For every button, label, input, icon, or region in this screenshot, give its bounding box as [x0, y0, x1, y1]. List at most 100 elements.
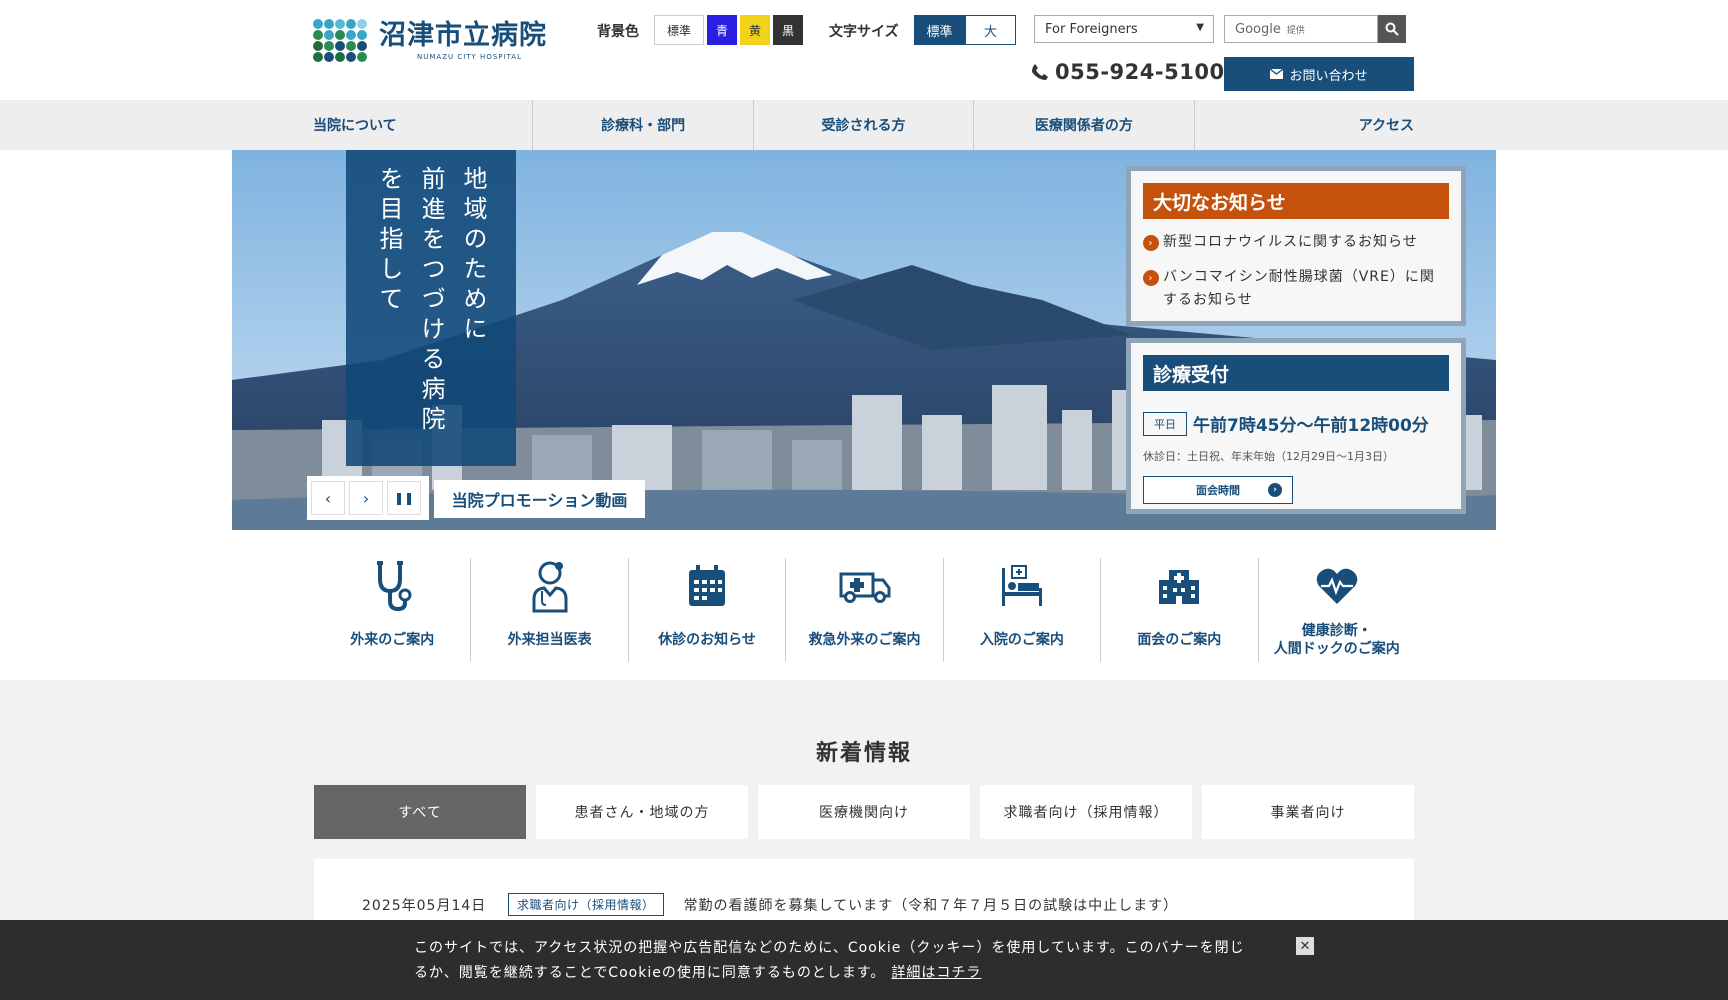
font-large-button[interactable]: 大	[965, 15, 1016, 45]
font-standard-button[interactable]: 標準	[914, 15, 965, 45]
tab-patients-community[interactable]: 患者さん・地域の方	[536, 785, 748, 839]
chevron-down-icon: ▼	[1196, 22, 1204, 33]
quick-link-label: 救急外来のご案内	[808, 632, 921, 648]
logo-subtitle: NUMAZU CITY HOSPITAL	[417, 52, 522, 61]
visiting-hours-label: 面会時間	[1196, 484, 1240, 497]
notice-item-label: バンコマイシン耐性腸球菌（VRE）に関するお知らせ	[1163, 269, 1435, 308]
contact-button[interactable]: お問い合わせ	[1224, 57, 1414, 91]
bg-yellow-button[interactable]: 黄	[740, 15, 770, 45]
global-nav: 当院について 診療科・部門 受診される方 医療関係者の方 アクセス	[0, 100, 1728, 150]
nav-item-patients[interactable]: 受診される方	[752, 100, 973, 150]
doctor-icon	[532, 561, 568, 613]
quick-link-emergency[interactable]: 救急外来のご案内	[785, 558, 942, 662]
promo-video-button[interactable]: 当院プロモーション動画	[434, 480, 645, 518]
bg-black-button[interactable]: 黒	[773, 15, 803, 45]
cookie-message: このサイトでは、アクセス状況の把握や広告配信などのために、Cookie（クッキー…	[414, 936, 1254, 986]
slider-next-button[interactable]: ›	[349, 481, 383, 515]
quick-link-visiting[interactable]: 面会のご案内	[1100, 558, 1257, 662]
slider-prev-button[interactable]: ‹	[311, 481, 345, 515]
search-brand: Google	[1235, 21, 1281, 37]
quick-link-outpatient[interactable]: 外来のご案内	[314, 558, 470, 662]
phone-contact: 055-924-5100	[1031, 60, 1225, 84]
mail-icon	[1270, 69, 1284, 79]
quick-link-label: 休診のお知らせ	[658, 632, 756, 648]
tab-job-seekers[interactable]: 求職者向け（採用情報）	[980, 785, 1192, 839]
hospital-building-icon	[1159, 570, 1200, 604]
language-select-value: For Foreigners	[1045, 21, 1138, 37]
nav-item-access[interactable]: アクセス	[1193, 100, 1414, 150]
news-item[interactable]: 2025年05月14日 求職者向け（採用情報） 常勤の看護師を募集しています（令…	[362, 893, 1178, 916]
tab-all[interactable]: すべて	[314, 785, 526, 839]
catch-line-3: を目指して	[375, 166, 403, 316]
site-header: 沼津市立病院 NUMAZU CITY HOSPITAL 背景色 標準 青 黄 黒…	[0, 0, 1728, 100]
news-text: 常勤の看護師を募集しています（令和７年７月５日の試験は中止します）	[683, 897, 1179, 914]
news-date: 2025年05月14日	[362, 897, 487, 914]
catch-line-2: 前進をつづける病院	[417, 166, 445, 436]
quick-link-label: 外来担当医表	[507, 632, 592, 648]
news-category-badge: 求職者向け（採用情報）	[508, 893, 664, 916]
hero-catchphrase: 地域のために 前進をつづける病院 を目指して	[346, 150, 516, 466]
closed-days-note: 休診日：土日祝、年末年始（12月29日～1月3日）	[1143, 450, 1394, 463]
font-size-switcher: 標準 大	[914, 15, 1016, 45]
hours-title: 診療受付	[1143, 355, 1449, 391]
search-brand-sub: 提供	[1286, 25, 1305, 36]
tab-medical-institutions[interactable]: 医療機関向け	[758, 785, 970, 839]
logo-mark-icon	[313, 19, 367, 62]
quick-link-inpatient[interactable]: 入院のご案内	[942, 558, 1100, 662]
quick-link-health-checkup[interactable]: 健康診断・ 人間ドックのご案内	[1257, 558, 1415, 662]
news-tabs: すべて 患者さん・地域の方 医療機関向け 求職者向け（採用情報） 事業者向け	[314, 785, 1414, 839]
contact-label: お問い合わせ	[1289, 68, 1368, 84]
chevron-left-icon: ‹	[324, 488, 332, 508]
nav-item-medical-professionals[interactable]: 医療関係者の方	[973, 100, 1193, 150]
news-title: 新着情報	[815, 741, 912, 766]
notice-item[interactable]: › バンコマイシン耐性腸球菌（VRE）に関するお知らせ	[1143, 266, 1449, 312]
cookie-close-button[interactable]: ✕	[1296, 937, 1314, 955]
cookie-text: このサイトでは、アクセス状況の把握や広告配信などのために、Cookie（クッキー…	[414, 940, 1245, 981]
notice-title: 大切なお知らせ	[1143, 183, 1449, 219]
chevron-right-icon: ›	[1268, 483, 1282, 497]
search-button[interactable]	[1378, 15, 1406, 43]
language-select[interactable]: For Foreigners ▼	[1034, 15, 1214, 43]
hospital-bed-icon	[1001, 565, 1042, 606]
nav-item-departments[interactable]: 診療科・部門	[532, 100, 752, 150]
stethoscope-icon	[377, 561, 412, 612]
phone-number[interactable]: 055-924-5100	[1055, 60, 1225, 84]
important-notice-panel: 大切なお知らせ › 新型コロナウイルスに関するお知らせ › バンコマイシン耐性腸…	[1126, 166, 1466, 326]
chevron-right-icon: ›	[362, 488, 370, 508]
pause-icon: ❚❚	[393, 491, 415, 505]
quick-link-label: 面会のご案内	[1137, 632, 1222, 648]
notice-item[interactable]: › 新型コロナウイルスに関するお知らせ	[1143, 231, 1449, 254]
quick-link-closure-notice[interactable]: 休診のお知らせ	[627, 558, 785, 662]
chevron-right-icon: ›	[1143, 235, 1159, 251]
notice-item-label: 新型コロナウイルスに関するお知らせ	[1163, 234, 1418, 250]
bg-standard-button[interactable]: 標準	[654, 15, 704, 45]
bg-color-label: 背景色	[597, 24, 639, 40]
quick-link-label: 入院のご案内	[979, 632, 1064, 648]
ambulance-icon	[839, 572, 891, 603]
quick-links: 外来のご案内 外来担当医表 休診のお知らせ 救急外来のご案内 入院のご案内 面会…	[314, 558, 1415, 662]
close-icon: ✕	[1299, 938, 1311, 954]
quick-link-doctor-schedule[interactable]: 外来担当医表	[470, 558, 627, 662]
nav-item-about[interactable]: 当院について	[313, 100, 532, 150]
bg-color-switcher: 標準 青 黄 黒	[654, 15, 806, 45]
quick-link-label: 健康診断・ 人間ドックのご案内	[1273, 623, 1400, 657]
slider-controls: ‹ › ❚❚	[307, 476, 429, 520]
cookie-details-link[interactable]: 詳細はコチラ	[891, 965, 981, 981]
slider-pause-button[interactable]: ❚❚	[387, 481, 421, 515]
search-icon	[1385, 22, 1399, 36]
font-size-label: 文字サイズ	[829, 24, 899, 40]
visiting-hours-button[interactable]: 面会時間 ›	[1143, 476, 1293, 504]
weekday-badge: 平日	[1143, 411, 1187, 436]
heart-pulse-icon	[1316, 568, 1357, 604]
logo-title: 沼津市立病院	[379, 19, 547, 51]
reception-hours-panel: 診療受付 平日 午前7時45分～午前12時00分 休診日：土日祝、年末年始（12…	[1126, 338, 1466, 514]
reception-time: 午前7時45分～午前12時00分	[1193, 416, 1429, 436]
search-input[interactable]: Google 提供	[1224, 15, 1378, 43]
phone-icon	[1032, 64, 1048, 80]
tab-businesses[interactable]: 事業者向け	[1202, 785, 1414, 839]
quick-link-label: 外来のご案内	[350, 632, 435, 648]
bg-blue-button[interactable]: 青	[707, 15, 737, 45]
cookie-banner: このサイトでは、アクセス状況の把握や広告配信などのために、Cookie（クッキー…	[0, 920, 1728, 1000]
site-logo[interactable]: 沼津市立病院 NUMAZU CITY HOSPITAL	[313, 19, 547, 62]
catch-line-1: 地域のために	[459, 166, 487, 346]
